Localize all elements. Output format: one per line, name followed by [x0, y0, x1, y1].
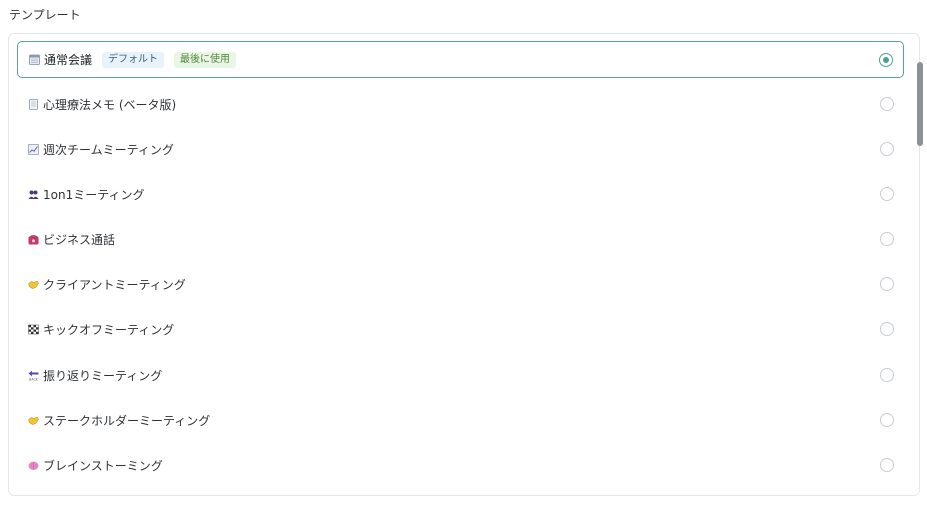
- template-item-business-call[interactable]: ビジネス通話: [17, 221, 904, 258]
- chart-icon: [28, 144, 39, 155]
- template-item-weekly-team-meeting[interactable]: 週次チームミーティング: [17, 131, 904, 168]
- template-radio[interactable]: [880, 322, 894, 336]
- template-label: 心理療法メモ (ベータ版): [43, 98, 177, 112]
- template-radio[interactable]: [880, 232, 894, 246]
- template-radio[interactable]: [880, 187, 894, 201]
- template-label: ビジネス通話: [43, 233, 116, 247]
- template-label: 通常会議: [44, 53, 93, 67]
- template-item-psychotherapy-notes[interactable]: 心理療法メモ (ベータ版): [17, 86, 904, 123]
- template-label: 週次チームミーティング: [43, 143, 174, 157]
- template-label: 振り返りミーティング: [43, 369, 163, 383]
- template-item-kickoff-meeting[interactable]: キックオフミーティング: [17, 311, 904, 348]
- template-item-stakeholder-meeting[interactable]: ステークホルダーミーティング: [17, 402, 904, 439]
- template-label: ブレインストーミング: [43, 459, 163, 473]
- template-list: 通常会議 デフォルト 最後に使用 心理療法メモ (ベータ版) 週次チームミーティ…: [8, 33, 920, 496]
- template-radio[interactable]: [880, 142, 894, 156]
- default-badge: デフォルト: [102, 51, 165, 68]
- template-label: キックオフミーティング: [43, 323, 175, 337]
- handshake-icon: [28, 416, 39, 425]
- checkered-flag-icon: [28, 324, 39, 335]
- template-label: クライアントミーティング: [43, 278, 186, 292]
- back-arrow-icon: BACK: [28, 370, 39, 381]
- last-used-badge: 最後に使用: [174, 51, 237, 68]
- section-title: テンプレート: [9, 8, 81, 22]
- people-icon: [28, 190, 39, 199]
- calendar-icon: [29, 54, 40, 65]
- template-radio[interactable]: [880, 413, 894, 427]
- template-item-brainstorming[interactable]: ブレインストーミング: [17, 447, 904, 484]
- template-item-regular-meeting[interactable]: 通常会議 デフォルト 最後に使用: [17, 41, 904, 78]
- handshake-icon: [28, 280, 39, 289]
- telephone-icon: [28, 235, 39, 245]
- template-radio[interactable]: [880, 368, 894, 382]
- template-item-1on1[interactable]: 1on1ミーティング: [17, 176, 904, 213]
- template-item-client-meeting[interactable]: クライアントミーティング: [17, 266, 904, 303]
- template-radio[interactable]: [880, 97, 894, 111]
- template-radio[interactable]: [880, 277, 894, 291]
- svg-text:BACK: BACK: [29, 377, 39, 381]
- template-label: ステークホルダーミーティング: [43, 414, 211, 428]
- memo-icon: [29, 99, 38, 110]
- scrollbar-thumb[interactable]: [917, 62, 923, 146]
- brain-icon: [28, 461, 39, 470]
- template-label: 1on1ミーティング: [43, 188, 145, 202]
- template-radio[interactable]: [880, 458, 894, 472]
- template-item-retrospective-meeting[interactable]: BACK 振り返りミーティング: [17, 357, 904, 394]
- template-radio-selected[interactable]: [879, 53, 893, 67]
